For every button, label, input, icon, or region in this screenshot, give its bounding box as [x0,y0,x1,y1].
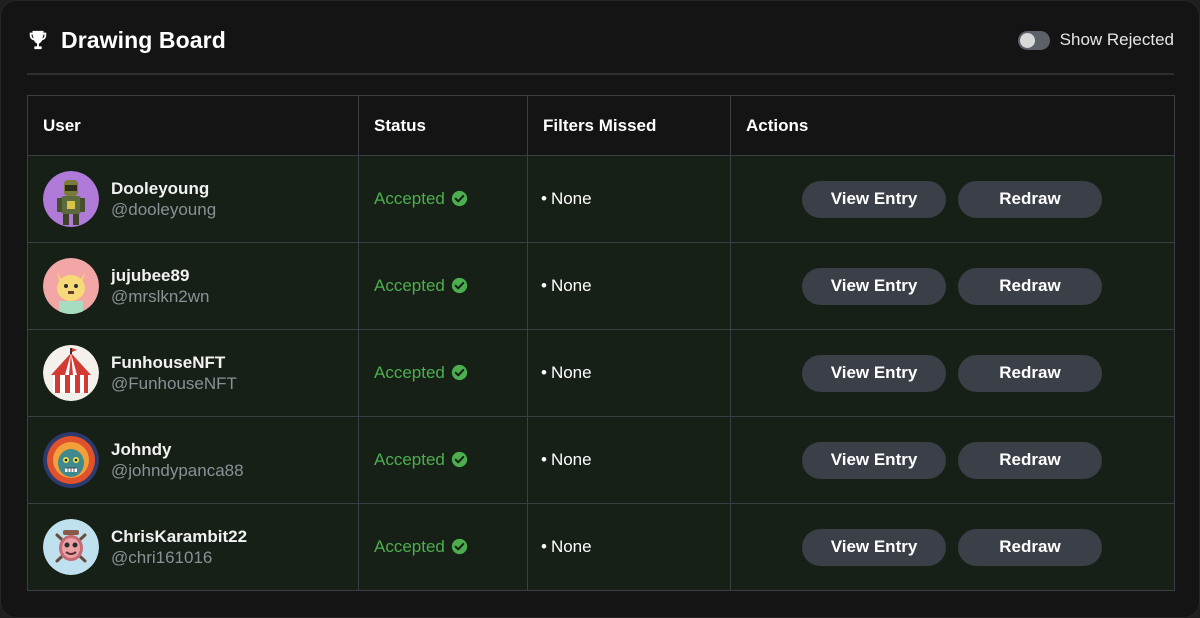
view-entry-button[interactable]: View Entry [802,441,946,479]
status-label: Accepted [374,276,445,295]
filters-cell: • None [527,416,731,504]
toggle-switch[interactable] [1017,30,1050,50]
actions-cell: View Entry Redraw [730,155,1175,243]
actions-cell: View Entry Redraw [730,416,1175,504]
redraw-button[interactable]: Redraw [958,441,1102,479]
toggle-label: Show Rejected [1059,30,1174,49]
panel-header: Drawing Board Show Rejected [27,23,1174,57]
status-cell: Accepted [358,416,528,504]
avatar[interactable] [43,258,99,314]
user-handle[interactable]: @FunhouseNFT [111,373,237,394]
filters-missed-value: None [550,537,592,556]
column-header-actions: Actions [730,95,1175,156]
column-header-status: Status [358,95,528,156]
user-cell: Johndy @johndypanca88 [27,416,359,504]
actions-cell: View Entry Redraw [730,242,1175,330]
view-entry-button[interactable]: View Entry [802,180,946,218]
redraw-button[interactable]: Redraw [958,528,1102,566]
header-divider [27,73,1174,75]
status-cell: Accepted [358,329,528,417]
user-handle[interactable]: @mrslkn2wn [111,286,210,307]
check-circle-icon [451,538,468,554]
entries-table: User Status Filters Missed Actions Doole… [27,95,1175,591]
filters-missed-value: None [550,450,592,469]
status-cell: Accepted [358,503,528,591]
redraw-button[interactable]: Redraw [958,267,1102,305]
filters-cell: • None [527,242,731,330]
status-label: Accepted [374,450,445,469]
user-cell: jujubee89 @mrslkn2wn [27,242,359,330]
check-circle-icon [451,190,468,206]
avatar[interactable] [43,432,99,488]
show-rejected-toggle[interactable]: Show Rejected [1017,30,1174,50]
page-title: Drawing Board [61,26,226,53]
column-header-filters-missed: Filters Missed [527,95,731,156]
actions-cell: View Entry Redraw [730,503,1175,591]
column-header-user: User [27,95,359,156]
user-handle[interactable]: @johndypanca88 [111,460,244,481]
user-name: ChrisKarambit22 [111,527,248,546]
user-cell: ChrisKarambit22 @chri161016 [27,503,359,591]
view-entry-button[interactable]: View Entry [802,267,946,305]
actions-cell: View Entry Redraw [730,329,1175,417]
user-handle[interactable]: @chri161016 [111,547,247,568]
table-row: jujubee89 @mrslkn2wn Accepted • None Vie… [27,242,1175,330]
check-circle-icon [451,364,468,380]
view-entry-button[interactable]: View Entry [802,528,946,566]
status-cell: Accepted [358,155,528,243]
filters-cell: • None [527,155,731,243]
drawing-board-panel: Drawing Board Show Rejected User Status … [0,0,1200,618]
user-cell: Dooleyoung @dooleyoung [27,155,359,243]
title-group: Drawing Board [27,27,226,54]
toggle-knob [1019,32,1035,48]
status-label: Accepted [374,363,445,382]
avatar[interactable] [43,519,99,575]
avatar[interactable] [43,345,99,401]
view-entry-button[interactable]: View Entry [802,354,946,392]
redraw-button[interactable]: Redraw [958,354,1102,392]
user-name: FunhouseNFT [111,353,226,372]
table-row: Johndy @johndypanca88 Accepted • None Vi… [27,416,1175,504]
user-name: Dooleyoung [111,179,210,198]
user-name: jujubee89 [111,266,190,285]
redraw-button[interactable]: Redraw [958,180,1102,218]
trophy-icon [29,30,47,50]
filters-cell: • None [527,503,731,591]
user-cell: FunhouseNFT @FunhouseNFT [27,329,359,417]
table-row: Dooleyoung @dooleyoung Accepted • None V… [27,155,1175,243]
status-label: Accepted [374,537,445,556]
table-row: ChrisKarambit22 @chri161016 Accepted • N… [27,503,1175,591]
avatar[interactable] [43,171,99,227]
filters-missed-value: None [550,189,592,208]
user-handle[interactable]: @dooleyoung [111,199,216,220]
status-label: Accepted [374,189,445,208]
table-header-row: User Status Filters Missed Actions [27,95,1175,156]
check-circle-icon [451,277,468,293]
table-row: FunhouseNFT @FunhouseNFT Accepted • None… [27,329,1175,417]
status-cell: Accepted [358,242,528,330]
filters-missed-value: None [550,363,592,382]
user-name: Johndy [111,440,172,459]
check-circle-icon [451,451,468,467]
filters-cell: • None [527,329,731,417]
filters-missed-value: None [550,276,592,295]
